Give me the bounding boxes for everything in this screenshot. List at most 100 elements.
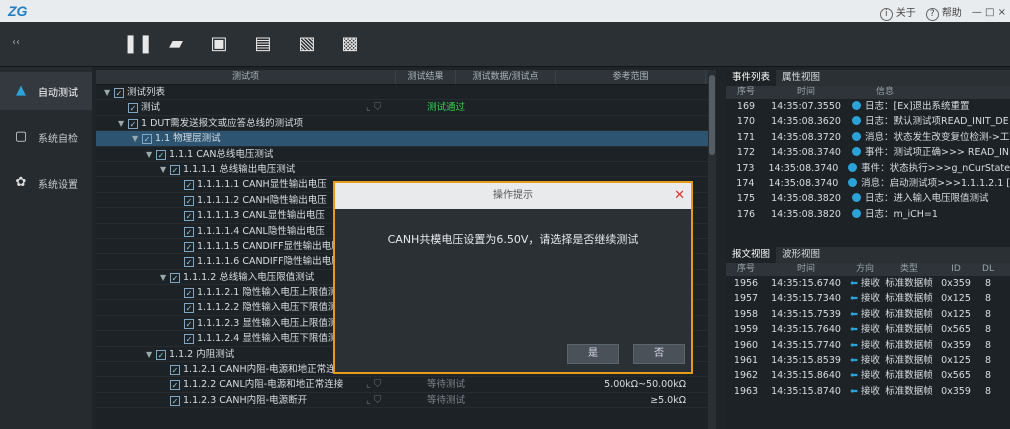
checkbox[interactable]: ✓ [170, 395, 180, 406]
tab-frame-view[interactable]: 报文视图 [726, 247, 777, 263]
chart-settings-icon[interactable]: ⌞ ⛉ [366, 100, 381, 115]
import-icon[interactable]: ▩ [339, 33, 361, 55]
table-row[interactable]: ▼ ✓ 1.1.1 CAN总线电压测试 [96, 147, 716, 162]
window-controls[interactable]: — □ × [972, 7, 1006, 18]
frame-cell: 1962 [733, 370, 759, 382]
checkbox[interactable]: ✓ [184, 226, 194, 237]
open-folder-icon[interactable]: ▰ [165, 33, 187, 55]
chart-settings-icon[interactable]: ⌞ ⛉ [366, 393, 381, 408]
event-row[interactable]: 170 14:35:08.3620 日志：默认测试项READ_INIT_DE [726, 114, 1010, 129]
col-dl: DL [982, 264, 994, 274]
tab-event-list[interactable]: 事件列表 [726, 70, 777, 86]
save-icon[interactable]: ▣ [208, 33, 230, 55]
report-icon[interactable]: ▤ [252, 33, 274, 55]
frame-cell: 8 [984, 354, 992, 366]
event-row[interactable]: 172 14:35:08.3740 事件：测试项正确>>> READ_IN [726, 145, 1010, 160]
yes-button[interactable]: 是 [567, 344, 619, 364]
expand-arrow-icon[interactable]: ▼ [146, 347, 156, 362]
collapse-sidebar-icon[interactable]: ‹‹ [12, 37, 20, 48]
close-icon[interactable]: ✕ [674, 183, 685, 209]
checkbox[interactable]: ✓ [184, 241, 194, 252]
event-info: 事件：测试项正确>>> READ_IN [846, 145, 1009, 160]
checkbox[interactable]: ✓ [184, 318, 194, 329]
table-scrollbar[interactable] [708, 70, 716, 429]
event-row[interactable]: 175 14:35:08.3820 日志：进入输入电压限值测试 [726, 191, 1010, 206]
checkbox[interactable]: ✓ [128, 118, 138, 129]
checkbox[interactable]: ✓ [170, 272, 180, 283]
tab-wave-view[interactable]: 波形视图 [776, 247, 826, 263]
sidebar-item-label: 系统自检 [38, 133, 78, 145]
tree-item-label: 1.1.2.3 CANH内阻-电源断开 [183, 394, 308, 406]
help-button[interactable]: ? 帮助 [925, 4, 962, 21]
frame-row[interactable]: 1963 14:35:15.8740 ⬅ 接收 标准数据帧 0x359 8 [726, 384, 1010, 399]
checkbox[interactable]: ✓ [156, 149, 166, 160]
event-row[interactable]: 173 14:35:08.3740 事件：状态执行>>>g_nCurState [726, 161, 1010, 176]
table-row[interactable]: ✓ 1.1.2.3 CANH内阻-电源断开 ⌞ ⛉ 等待测试 ≥5.0kΩ [96, 393, 716, 409]
sidebar-item-0[interactable]: ▲ 自动测试 [0, 72, 92, 110]
checkbox[interactable]: ✓ [114, 88, 124, 98]
event-row[interactable]: 171 14:35:08.3720 消息：状态发生改变复位检测->工 [726, 130, 1010, 145]
tree-item-label: 1.1.2.1 CANH内阻-电源和地正常连接 [183, 364, 346, 376]
checkbox[interactable]: ✓ [184, 303, 194, 314]
table-row[interactable]: ▼ ✓ 1.1.1.1 总线输出电压测试 [96, 162, 716, 178]
expand-arrow-icon[interactable]: ▼ [104, 85, 114, 100]
expand-arrow-icon[interactable]: ▼ [146, 147, 156, 162]
table-row[interactable]: ✓ 测试 ⌞ ⛉ 测试通过 [96, 100, 716, 116]
frame-row[interactable]: 1960 14:35:15.7740 ⬅ 接收 标准数据帧 0x359 8 [726, 338, 1010, 353]
event-row[interactable]: 169 14:35:07.3550 日志：[Ex]退出系统重置 [726, 99, 1010, 114]
frame-row[interactable]: 1962 14:35:15.8640 ⬅ 接收 标准数据帧 0x565 8 [726, 368, 1010, 383]
tab-property-view[interactable]: 属性视图 [776, 70, 826, 86]
event-row[interactable]: 176 14:35:08.3820 日志：m_iCH=1 [726, 207, 1010, 222]
checkbox[interactable]: ✓ [170, 380, 180, 391]
table-row[interactable]: ▼ ✓ 1.1 物理层测试 [96, 131, 716, 147]
checkbox[interactable]: ✓ [142, 134, 152, 145]
pause-icon[interactable]: ❚❚ [123, 33, 153, 55]
event-text: 事件：测试项正确>>> READ_IN [865, 147, 1009, 159]
operation-dialog: 操作提示 ✕ CANH共模电压设置为6.50V，请选择是否继续测试 是 否 [333, 181, 693, 374]
expand-arrow-icon[interactable]: ▼ [160, 270, 170, 285]
table-row[interactable]: ▼ ✓ 1 DUT需发送报文或应答总线的测试项 [96, 116, 716, 132]
col-test-item[interactable]: 测试项 [96, 70, 396, 84]
table-row[interactable]: ▼ ✓ 测试列表 [96, 85, 716, 101]
table-row[interactable]: ✓ 1.1.2.2 CANL内阻-电源和地正常连接 ⌞ ⛉ 等待测试 5.00kΩ~50… [96, 377, 716, 393]
checkbox[interactable]: ✓ [128, 103, 138, 114]
checkbox[interactable]: ✓ [170, 365, 180, 376]
frame-row[interactable]: 1961 14:35:15.8539 ⬅ 接收 标准数据帧 0x125 8 [726, 353, 1010, 368]
tree-item-label: 1.1.1.1.4 CANL隐性输出电压 [197, 225, 325, 237]
expand-arrow-icon[interactable]: ▼ [118, 116, 128, 131]
col-reference[interactable]: 参考范围 [556, 70, 706, 84]
sidebar-item-2[interactable]: ✿ 系统设置 [0, 164, 92, 202]
frame-row[interactable]: 1956 14:35:15.6740 ⬅ 接收 标准数据帧 0x359 8 [726, 276, 1010, 291]
event-time: 14:35:08.3720 [771, 131, 841, 143]
event-panel: 事件列表 属性视图 序号 时间 信息 169 14:35:07.3550 日志：[E… [726, 70, 1010, 222]
checkbox[interactable]: ✓ [184, 180, 194, 191]
checkbox[interactable]: ✓ [184, 211, 194, 222]
expand-arrow-icon[interactable]: ▼ [160, 162, 170, 177]
frame-row[interactable]: 1958 14:35:15.7539 ⬅ 接收 标准数据帧 0x125 8 [726, 307, 1010, 322]
frame-row[interactable]: 1959 14:35:15.7640 ⬅ 接收 标准数据帧 0x565 8 [726, 322, 1010, 337]
event-time: 14:35:08.3740 [768, 162, 839, 174]
expand-arrow-icon[interactable]: ▼ [132, 131, 142, 146]
event-info: 日志：[Ex]退出系统重置 [846, 99, 970, 114]
frame-row[interactable]: 1957 14:35:15.7340 ⬅ 接收 标准数据帧 0x125 8 [726, 291, 1010, 306]
about-button[interactable]: i 关于 [879, 4, 916, 21]
checkbox[interactable]: ✓ [184, 288, 194, 299]
frame-dir: 接收 [860, 370, 880, 382]
sidebar-item-1[interactable]: ▢ 系统自检 [0, 118, 92, 156]
checkbox[interactable]: ✓ [156, 349, 166, 360]
chart-settings-icon[interactable]: ⌞ ⛉ [366, 377, 381, 392]
checkbox[interactable]: ✓ [184, 195, 194, 206]
tree-item: ▼ ✓ 1.1 物理层测试 [132, 131, 221, 146]
checkbox[interactable]: ✓ [184, 257, 194, 268]
col-seq: 序号 [736, 264, 755, 274]
col-result[interactable]: 测试结果 [396, 70, 456, 84]
no-button[interactable]: 否 [633, 344, 685, 364]
frame-cell: 14:35:15.7640 [771, 324, 841, 336]
frame-cell: 标准数据帧 [885, 370, 933, 382]
checkbox[interactable]: ✓ [170, 164, 180, 175]
export-icon[interactable]: ▧ [296, 33, 318, 55]
checkbox[interactable]: ✓ [184, 334, 194, 345]
event-row[interactable]: 174 14:35:08.3740 消息：启动测试项>>>1.1.1.2.1 [ [726, 176, 1010, 191]
event-seq: 176 [736, 208, 756, 220]
col-test-data[interactable]: 测试数据/测试点 [456, 70, 556, 84]
